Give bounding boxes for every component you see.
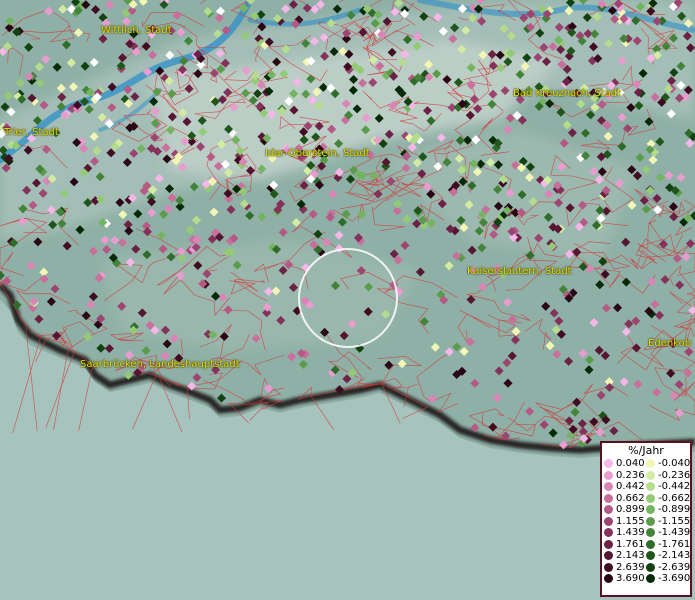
map-view[interactable]: Wittlich, Stadt Bad Kreuznach, Stadt Tri…	[0, 0, 695, 600]
legend-value: -2.143	[658, 550, 691, 562]
legend-negative-column: -0.040 -0.236 -0.442 -0.662 -0.899 -1.155 -1.4…	[646, 458, 691, 585]
legend-title: %/Jahr	[628, 444, 664, 457]
city-label: Saarbrücken, Landeshauptstadt	[80, 359, 240, 370]
legend-swatch	[604, 562, 613, 572]
legend-positive-column: 0.040 0.236 0.442 0.662 0.899 1.155 1.439 1.761…	[604, 458, 646, 585]
legend-swatch	[646, 516, 655, 526]
legend-swatch	[646, 470, 655, 480]
legend-swatch	[604, 574, 613, 584]
legend-swatch	[604, 459, 613, 469]
legend-row: -2.143	[646, 550, 691, 562]
legend-value: 2.639	[616, 561, 645, 573]
legend-value: -0.442	[658, 481, 691, 493]
legend-swatch	[646, 493, 655, 503]
legend-value: 1.761	[616, 538, 645, 550]
legend-swatch	[604, 528, 613, 538]
legend-row: 0.899	[604, 504, 646, 516]
legend-row: 0.442	[604, 481, 646, 493]
legend-row: -1.439	[646, 527, 691, 539]
city-label: Idar-Oberstein, Stadt	[265, 148, 370, 159]
city-label: Trier, Stadt	[4, 127, 59, 138]
legend-swatch	[646, 551, 655, 561]
legend-value: 3.690	[616, 573, 645, 585]
legend-row: -1.155	[646, 515, 691, 528]
legend-value: -0.662	[658, 492, 691, 504]
legend-row: -3.690	[646, 573, 691, 585]
legend-row: -0.040	[646, 458, 691, 470]
legend: %/Jahr 0.040 0.236 0.442 0.662 0.899 1.155 1.4…	[600, 441, 692, 597]
legend-row: 2.143	[604, 550, 646, 562]
legend-value: 2.143	[616, 550, 645, 562]
legend-row: 1.761	[604, 539, 646, 551]
legend-row: -0.662	[646, 492, 691, 505]
legend-swatch	[604, 493, 613, 503]
legend-value: -0.899	[658, 504, 691, 516]
legend-row: -0.236	[646, 469, 691, 482]
legend-value: 1.155	[616, 515, 645, 527]
legend-value: 0.236	[616, 469, 645, 481]
legend-value: -1.155	[658, 515, 691, 527]
city-label: Edenkob	[648, 338, 692, 349]
legend-value: 0.442	[616, 481, 645, 493]
legend-row: -1.761	[646, 538, 691, 551]
legend-value: -1.439	[658, 527, 691, 539]
legend-value: -0.236	[658, 469, 691, 481]
legend-swatch	[646, 505, 655, 515]
legend-value: -1.761	[658, 538, 691, 550]
legend-value: 1.439	[616, 527, 645, 539]
legend-value: 0.662	[616, 492, 645, 504]
legend-row: 1.439	[604, 527, 646, 539]
legend-swatch	[646, 528, 655, 538]
legend-row: -0.442	[646, 481, 691, 493]
legend-row: 0.040	[604, 458, 646, 470]
legend-row: 0.236	[604, 470, 646, 482]
city-label: Kaiserslautern, Stadt	[467, 266, 572, 277]
legend-swatch	[604, 482, 613, 492]
legend-swatch	[646, 562, 655, 572]
legend-value: 0.899	[616, 504, 645, 516]
legend-swatch	[604, 516, 613, 526]
legend-row: 1.155	[604, 516, 646, 528]
legend-swatch	[604, 505, 613, 515]
legend-swatch	[646, 459, 655, 469]
legend-value: -3.690	[658, 573, 691, 585]
legend-value: -0.040	[658, 458, 691, 470]
legend-value: -2.639	[658, 561, 691, 573]
legend-row: 2.639	[604, 562, 646, 574]
legend-row: 0.662	[604, 493, 646, 505]
legend-swatch	[646, 539, 655, 549]
legend-swatch	[604, 551, 613, 561]
legend-value: 0.040	[616, 458, 645, 470]
legend-swatch	[646, 574, 655, 584]
legend-swatch	[604, 470, 613, 480]
legend-row: -0.899	[646, 504, 691, 516]
legend-swatch	[646, 482, 655, 492]
city-label: Bad Kreuznach, Stadt	[513, 88, 622, 99]
legend-row: -2.639	[646, 561, 691, 574]
legend-swatch	[604, 539, 613, 549]
legend-row: 3.690	[604, 573, 646, 585]
city-label: Wittlich, Stadt	[101, 25, 172, 36]
